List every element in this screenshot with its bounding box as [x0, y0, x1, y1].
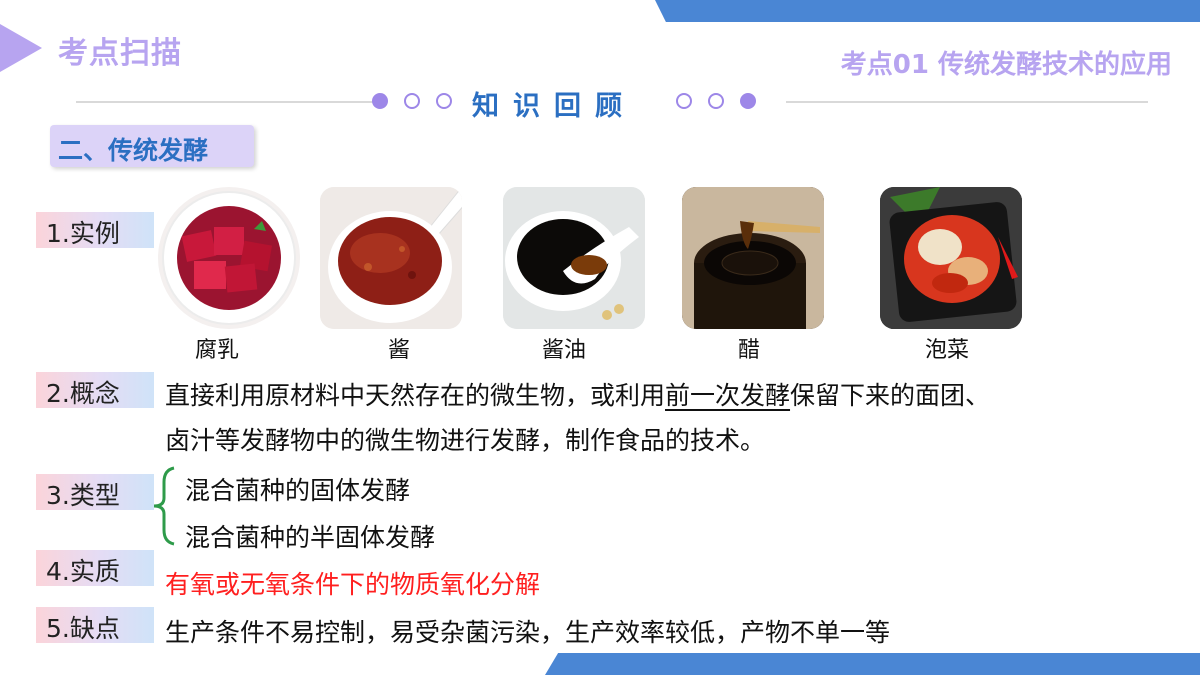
divider-left [76, 101, 374, 103]
dot-icon [740, 93, 756, 109]
row-label-drawback: 5.缺点 [36, 607, 154, 643]
concept-line-2: 卤汁等发酵物中的微生物进行发酵，制作食品的技术。 [165, 426, 766, 455]
dot-icon [436, 93, 452, 109]
row-label-text: 1.实例 [46, 219, 120, 248]
example-caption: 泡菜 [924, 338, 969, 363]
concept-line-1: 直接利用原材料中天然存在的微生物，或利用前一次发酵保留下来的面团、 [165, 376, 990, 412]
type-item: 混合菌种的半固体发酵 [185, 523, 436, 552]
dot-icon [404, 93, 420, 109]
dot-icon [708, 93, 724, 109]
vinegar-image [682, 187, 824, 329]
section-badge: 二、传统发酵 [50, 125, 254, 167]
corner-decoration-top-right [655, 0, 1200, 22]
row-label-type: 3.类型 [36, 474, 154, 510]
header-triangle-icon [0, 24, 42, 72]
row-label-text: 5.缺点 [46, 614, 120, 643]
section-title: 知识回顾 [472, 91, 636, 122]
concept-underlined-text: 前一次发酵 [665, 381, 791, 410]
row-label-text: 3.类型 [46, 481, 120, 510]
row-label-concept: 2.概念 [36, 372, 154, 408]
example-caption: 醋 [737, 338, 760, 363]
row-label-text: 4.实质 [46, 557, 120, 586]
row-label-text: 2.概念 [46, 379, 120, 408]
dot-icon [372, 93, 388, 109]
drawback-text: 生产条件不易控制，易受杂菌污染，生产效率较低，产物不单一等 [165, 618, 891, 647]
header-subtitle: 考点01 传统发酵技术的应用 [840, 50, 1172, 80]
dot-icon [676, 93, 692, 109]
row-label-essence: 4.实质 [36, 550, 154, 586]
section-badge-label: 二、传统发酵 [58, 136, 209, 165]
example-caption: 酱 [387, 338, 410, 363]
corner-decoration-bottom [545, 653, 1200, 675]
example-caption: 腐乳 [194, 338, 239, 363]
header-title: 考点扫描 [58, 36, 182, 71]
example-caption: 酱油 [541, 338, 586, 363]
concept-text: 保留下来的面团、 [790, 381, 991, 410]
brace-icon [153, 466, 175, 546]
row-label-example: 1.实例 [36, 212, 154, 248]
fermented-tofu-image [158, 187, 300, 329]
divider-right [786, 101, 1148, 103]
type-item: 混合菌种的固体发酵 [185, 476, 411, 505]
concept-text: 直接利用原材料中天然存在的微生物，或利用 [165, 381, 666, 410]
sauce-image [320, 187, 462, 329]
soy-sauce-image [503, 187, 645, 329]
essence-text: 有氧或无氧条件下的物质氧化分解 [165, 570, 541, 599]
kimchi-image [880, 187, 1022, 329]
